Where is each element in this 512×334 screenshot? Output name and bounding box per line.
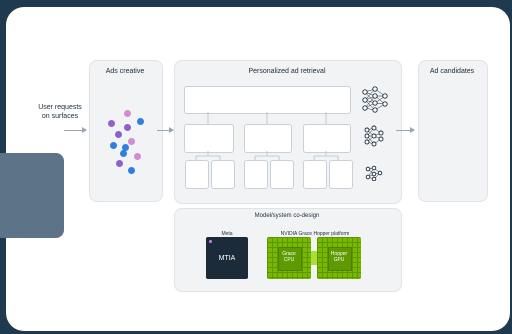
arrow-retrieval-to-candidates <box>396 127 415 133</box>
codesign-title: Model/system co-design <box>254 213 320 219</box>
grace-line2: CPU <box>283 257 295 263</box>
nvidia-platform-board: Grace CPU Hopper GPU <box>267 237 361 279</box>
neural-network-icon-medium <box>364 125 384 147</box>
neural-network-icon-small <box>365 165 383 181</box>
hopper-gpu-chip: Hopper GPU <box>317 237 361 279</box>
retrieval-stage-3c <box>244 160 268 189</box>
mtia-chip: MTIA <box>206 237 248 279</box>
grace-cpu-label: Grace CPU <box>267 251 311 263</box>
retrieval-stage-3e <box>303 160 327 189</box>
hopper-gpu-label: Hopper GPU <box>317 251 361 263</box>
hopper-line2: GPU <box>333 257 345 263</box>
retrieval-stage-3d <box>270 160 294 189</box>
grace-cpu-chip: Grace CPU <box>267 237 311 279</box>
ad-candidates-panel <box>418 60 488 202</box>
retrieval-stage-3b <box>211 160 235 189</box>
chip-corner-marker <box>209 240 212 243</box>
mtia-label: MTIA <box>218 255 236 262</box>
ad-candidates-title: Ad candidates <box>429 68 475 75</box>
neural-network-icon-large <box>362 86 388 113</box>
retrieval-stage-3f <box>329 160 353 189</box>
retrieval-stage-3a <box>185 160 209 189</box>
